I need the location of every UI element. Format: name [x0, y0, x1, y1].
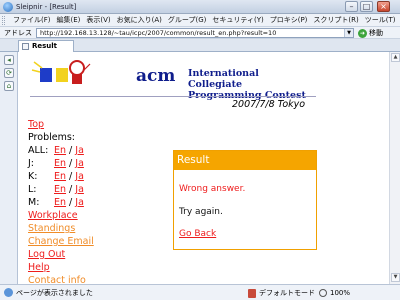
problem-k-en-link[interactable]: En [54, 171, 66, 182]
side-panel: ◂ ⟳ ⌂ [0, 52, 18, 284]
menu-proxy[interactable]: プロキシ(P) [267, 14, 311, 27]
menu-tools[interactable]: ツール(T) [362, 14, 399, 27]
problem-all-ja-link[interactable]: Ja [75, 145, 84, 156]
result-panel: Result Wrong answer. Try again. Go Back [173, 150, 317, 250]
problem-j-ja-link[interactable]: Ja [75, 158, 84, 169]
tab-result[interactable]: Result [18, 40, 74, 52]
status-text: ページが表示されました [16, 289, 93, 297]
sleipnir-app-icon [3, 2, 13, 12]
go-label: 移動 [369, 29, 383, 37]
lang-separator: / [66, 145, 76, 156]
side-navigation: Top Problems: ALL: En / Ja J: En / Ja K: En… [28, 118, 178, 284]
menu-favorites[interactable]: お気に入り(A) [114, 14, 165, 27]
side-back-icon[interactable]: ◂ [4, 55, 14, 65]
menu-view[interactable]: 表示(V) [83, 14, 113, 27]
zoom-level: 100% [330, 289, 351, 297]
problem-row-l: L: En / Ja [28, 183, 178, 196]
menu-file[interactable]: ファイル(F) [10, 14, 54, 27]
close-button[interactable]: × [377, 1, 390, 12]
url-text: http://192.168.13.128/~tau/icpc/2007/com… [40, 29, 277, 37]
problem-row-k: K: En / Ja [28, 170, 178, 183]
menu-security[interactable]: セキュリティ(Y) [209, 14, 266, 27]
zoom-control[interactable]: 100% [319, 285, 350, 300]
lang-separator: / [66, 171, 76, 182]
problem-l-en-link[interactable]: En [54, 184, 66, 195]
problem-key: L: [28, 184, 37, 195]
banner-divider [30, 96, 316, 97]
problem-key: ALL: [28, 145, 49, 156]
go-arrow-icon: ➜ [358, 28, 367, 38]
address-label: アドレス [4, 29, 32, 37]
problem-key: J: [28, 158, 35, 169]
shield-icon [248, 288, 256, 298]
lang-separator: / [66, 158, 76, 169]
nav-top-link[interactable]: Top [28, 119, 44, 130]
menu-items: ファイル(F) 編集(E) 表示(V) お気に入り(A) グループ(G) セキュ… [10, 14, 400, 27]
security-mode[interactable]: デフォルトモード [248, 285, 315, 300]
status-bar: ページが表示されました デフォルトモード 100% [0, 284, 400, 300]
page-content: acm International Collegiate Programming… [19, 52, 389, 284]
tab-bar: Result [0, 39, 400, 52]
go-back-link[interactable]: Go Back [179, 229, 216, 240]
menu-bar: ファイル(F) 編集(E) 表示(V) お気に入り(A) グループ(G) セキュ… [0, 14, 400, 27]
contest-banner: acm International Collegiate Programming… [30, 58, 316, 101]
contest-date: 2007/7/8 Tokyo [232, 99, 306, 110]
menu-group[interactable]: グループ(G) [165, 14, 209, 27]
address-bar: アドレス http://192.168.13.128/~tau/icpc/200… [0, 27, 400, 39]
result-header: Result [174, 151, 316, 170]
mode-label: デフォルトモード [259, 289, 315, 297]
acm-wordmark: acm [136, 66, 176, 86]
nav-logout-link[interactable]: Log Out [28, 249, 65, 260]
result-message: Wrong answer. [179, 184, 246, 194]
zoom-icon [319, 289, 327, 297]
problem-row-j: J: En / Ja [28, 157, 178, 170]
problem-m-ja-link[interactable]: Ja [75, 197, 84, 208]
nav-contact-link[interactable]: Contact info [28, 275, 86, 284]
go-button[interactable]: ➜ 移動 [358, 27, 383, 39]
nav-workplace-link[interactable]: Workplace [28, 210, 78, 221]
menu-edit[interactable]: 編集(E) [54, 14, 84, 27]
problem-j-en-link[interactable]: En [54, 158, 66, 169]
side-home-icon[interactable]: ⌂ [4, 81, 14, 91]
url-input[interactable]: http://192.168.13.128/~tau/icpc/2007/com… [36, 28, 354, 38]
scroll-down-button[interactable]: ▼ [391, 273, 400, 282]
problem-all-en-link[interactable]: En [54, 145, 66, 156]
vertical-scrollbar[interactable]: ▲ ▼ [389, 52, 400, 284]
url-dropdown-button[interactable]: ▼ [344, 29, 353, 37]
page-status-icon [4, 288, 13, 297]
menu-script[interactable]: スクリプト(R) [310, 14, 361, 27]
problem-l-ja-link[interactable]: Ja [75, 184, 84, 195]
retry-message: Try again. [179, 207, 223, 217]
page-icon [22, 43, 29, 50]
problem-key: K: [28, 171, 38, 182]
side-refresh-icon[interactable]: ⟳ [4, 68, 14, 78]
problem-m-en-link[interactable]: En [54, 197, 66, 208]
window-title-bar: Sleipnir - [Result] – □ × [0, 0, 400, 14]
maximize-button[interactable]: □ [360, 1, 373, 12]
problem-row-m: M: En / Ja [28, 196, 178, 209]
toolbar-grip[interactable] [2, 16, 5, 25]
window-title: Sleipnir - [Result] [16, 3, 77, 11]
tab-label: Result [32, 42, 58, 50]
nav-change-email-link[interactable]: Change Email [28, 236, 94, 247]
scroll-up-button[interactable]: ▲ [391, 53, 400, 62]
nav-standings-link[interactable]: Standings [28, 223, 75, 234]
lang-separator: / [66, 197, 76, 208]
problem-key: M: [28, 197, 40, 208]
minimize-button[interactable]: – [345, 1, 358, 12]
acm-icpc-logo [31, 60, 91, 84]
problem-k-ja-link[interactable]: Ja [75, 171, 84, 182]
lang-separator: / [66, 184, 76, 195]
nav-help-link[interactable]: Help [28, 262, 50, 273]
problem-row-all: ALL: En / Ja [28, 144, 178, 157]
problems-label: Problems: [28, 132, 75, 143]
